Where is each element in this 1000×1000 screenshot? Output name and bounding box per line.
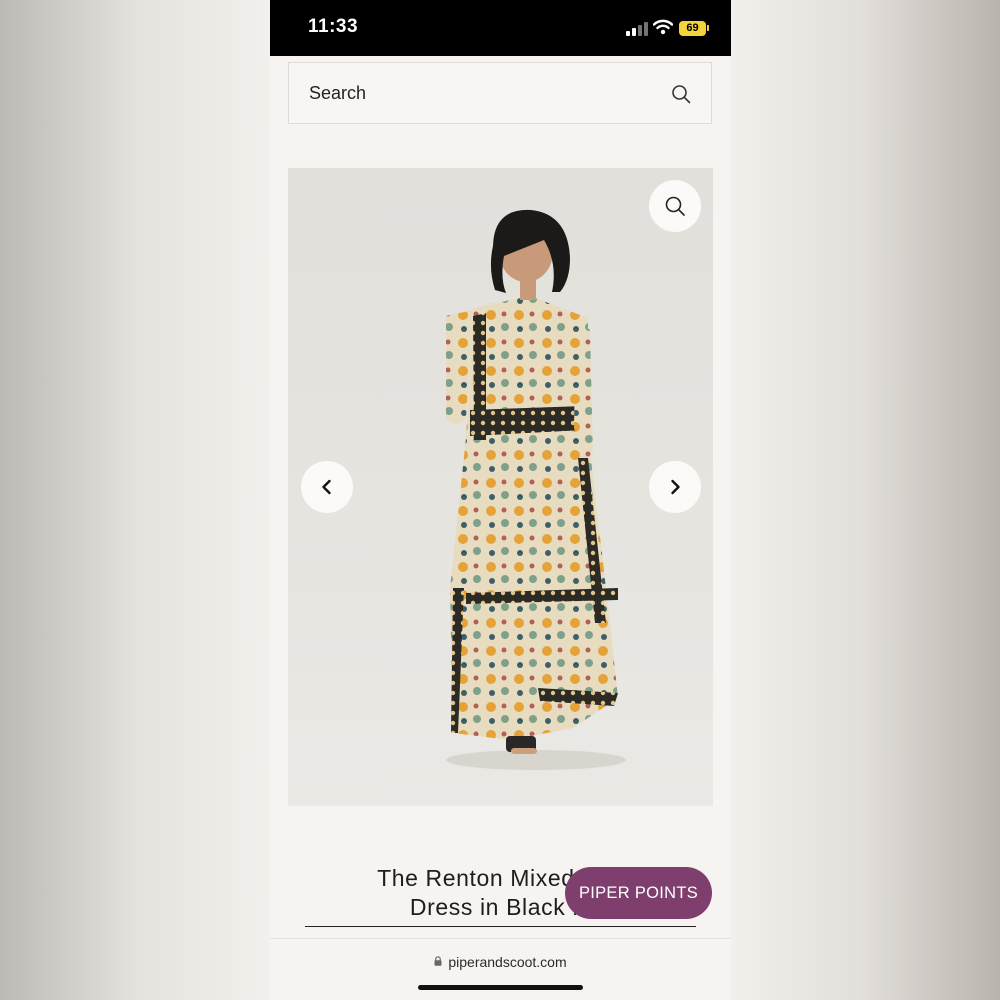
wifi-icon [653,19,673,35]
signal-icon [626,22,648,36]
battery-tip [707,25,709,31]
title-underline [305,926,696,927]
status-time: 11:33 [308,16,359,37]
battery-icon: 69 [679,21,706,36]
next-image-button[interactable] [649,461,701,513]
chevron-left-icon [322,479,331,495]
piper-points-button[interactable]: PIPER POINTS [565,867,712,919]
url-text: piperandscoot.com [448,954,567,970]
url-field[interactable]: piperandscoot.com [270,954,731,970]
zoom-button[interactable] [649,180,701,232]
home-indicator[interactable] [418,985,583,990]
phone-screen: 11:33 69 Search The Renton Mixed Patt Dr… [270,0,731,1000]
zoom-icon [665,196,685,216]
status-bar: 11:33 69 [270,0,731,56]
product-image-gallery[interactable] [288,168,713,806]
previous-image-button[interactable] [301,461,353,513]
search-placeholder: Search [309,83,367,103]
lock-icon [434,956,442,966]
search-input[interactable]: Search [288,62,712,124]
search-icon[interactable] [671,84,691,104]
browser-address-bar[interactable]: piperandscoot.com [270,938,731,1000]
chevron-right-icon [671,479,680,495]
